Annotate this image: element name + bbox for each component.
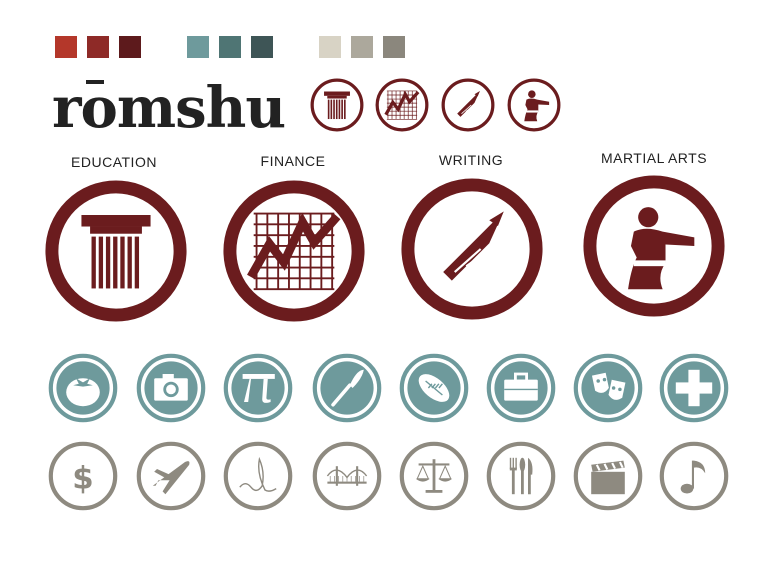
svg-text:$: $ — [72, 461, 93, 497]
swatch-red-2 — [87, 36, 109, 58]
pi-icon — [223, 353, 293, 423]
theater-masks-icon — [573, 353, 643, 423]
briefcase-icon — [486, 353, 556, 423]
small-martial-artist-icon — [507, 78, 561, 132]
tomato-icon — [48, 353, 118, 423]
swatch-grey-2 — [351, 36, 373, 58]
swatch-teal-2 — [219, 36, 241, 58]
swatch-teal-1 — [187, 36, 209, 58]
dollar-icon: $ — [48, 441, 118, 511]
logo-macron — [86, 80, 104, 84]
small-pencil-icon — [441, 78, 495, 132]
swatch-grey-3 — [383, 36, 405, 58]
scales-icon — [399, 441, 469, 511]
camera-icon — [136, 353, 206, 423]
small-column-icon — [310, 78, 364, 132]
football-icon — [399, 353, 469, 423]
column-icon — [45, 180, 187, 322]
label-finance: FINANCE — [260, 153, 326, 169]
martial-artist-icon — [583, 175, 725, 317]
paintbrush-icon — [312, 353, 382, 423]
bridge-icon — [312, 441, 382, 511]
pencil-icon — [401, 178, 543, 320]
small-chart-icon — [375, 78, 429, 132]
chart-icon — [223, 180, 365, 322]
brand-logo: romshu — [52, 75, 286, 141]
swatch-red-1 — [55, 36, 77, 58]
label-martial-arts: MARTIAL ARTS — [600, 150, 708, 166]
label-education: EDUCATION — [71, 154, 157, 170]
plus-icon — [659, 353, 729, 423]
handwriting-icon — [223, 441, 293, 511]
clapperboard-icon — [573, 441, 643, 511]
swatch-red-3 — [119, 36, 141, 58]
music-note-icon — [659, 441, 729, 511]
label-writing: WRITING — [438, 152, 504, 168]
utensils-icon — [486, 441, 556, 511]
swatch-teal-3 — [251, 36, 273, 58]
swatch-grey-1 — [319, 36, 341, 58]
airplane-icon — [136, 441, 206, 511]
